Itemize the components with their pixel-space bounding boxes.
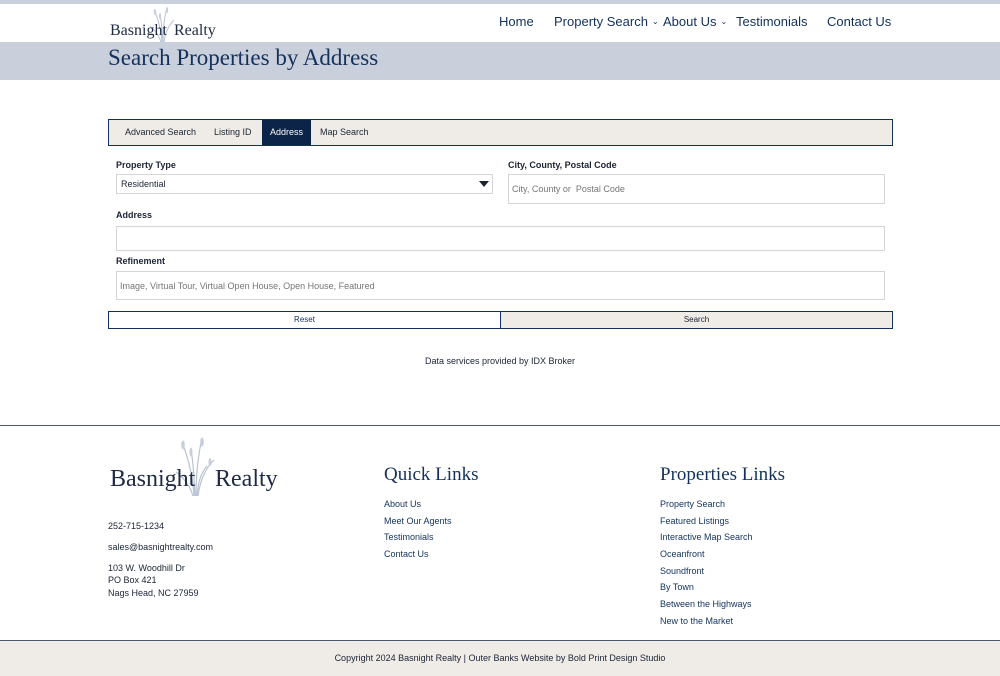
nav-home[interactable]: Home [499,14,534,29]
page-banner: Search Properties by Address [0,42,1000,80]
nav-home-label: Home [499,14,534,29]
nav-testimonials[interactable]: Testimonials [736,14,808,29]
tab-advanced-search[interactable]: Advanced Search [117,120,204,145]
footer-address-line2: PO Box 421 [108,575,157,585]
quick-links-heading: Quick Links [384,464,479,485]
logo-word-realty: Realty [174,22,216,39]
property-link-property-search[interactable]: Property Search [660,499,725,509]
idx-broker-note: Data services provided by IDX Broker [424,356,576,366]
footer-address-line1: 103 W. Woodhill Dr [108,563,185,573]
tab-listing-id[interactable]: Listing ID [206,120,260,145]
property-link-oceanfront[interactable]: Oceanfront [660,549,705,559]
nav-property-search[interactable]: Property Search ⌄ [554,14,659,29]
nav-about-us[interactable]: About Us ⌄ [663,14,727,29]
properties-links-heading: Properties Links [660,464,786,485]
chevron-down-icon: ⌄ [720,17,728,26]
city-county-postal-input[interactable] [508,174,885,204]
city-label: City, County, Postal Code [508,160,617,170]
property-type-value: Residential [121,179,166,189]
nav-contact-us-label: Contact Us [827,14,892,29]
dropdown-arrow-icon [479,181,489,187]
footer-logo-word-realty: Realty [215,466,278,492]
nav-about-us-label: About Us [663,14,717,29]
quick-link-testimonials[interactable]: Testimonials [384,532,434,542]
quick-link-meet-our-agents[interactable]: Meet Our Agents [384,516,452,526]
property-type-select[interactable]: Residential [116,174,493,194]
tab-map-search[interactable]: Map Search [312,120,377,145]
footer-divider [0,425,1000,426]
site-header: Basnight Realty Home Property Search ⌄ Ab… [0,4,1000,42]
page-title: Search Properties by Address [108,45,379,70]
search-button[interactable]: Search [500,311,893,329]
property-type-label: Property Type [116,160,176,170]
nav-contact-us[interactable]: Contact Us [827,14,891,29]
footer-logo[interactable]: Basnight Realty [108,436,278,498]
nav-property-search-label: Property Search [554,14,648,29]
refinement-input[interactable] [116,271,885,300]
reset-button[interactable]: Reset [108,311,501,329]
footer-logo-word-basnight: Basnight [110,466,196,492]
quick-link-contact-us[interactable]: Contact Us [384,549,429,559]
nav-testimonials-label: Testimonials [736,14,808,29]
address-label: Address [116,210,153,220]
site-logo[interactable]: Basnight Realty [108,6,216,42]
property-link-by-town[interactable]: By Town [660,582,694,592]
tab-address[interactable]: Address [262,120,312,145]
property-link-soundfront[interactable]: Soundfront [660,566,704,576]
search-tabs: Advanced Search Listing ID Address Map S… [108,119,893,146]
footer-email[interactable]: sales@basnightrealty.com [108,542,213,552]
copyright-bar: Copyright 2024 Basnight Realty | Outer B… [0,640,1000,676]
copyright-text: Copyright 2024 Basnight Realty | Outer B… [334,653,666,663]
logo-word-basnight: Basnight [110,22,167,39]
footer-address-line3: Nags Head, NC 27959 [108,588,199,598]
property-link-featured-listings[interactable]: Featured Listings [660,516,729,526]
property-link-interactive-map-search[interactable]: Interactive Map Search [660,532,753,542]
refinement-label: Refinement [116,256,166,266]
address-input[interactable] [116,226,885,251]
quick-link-about-us[interactable]: About Us [384,499,421,509]
chevron-down-icon: ⌄ [651,17,659,26]
footer-phone[interactable]: 252-715-1234 [108,521,164,531]
property-link-between-the-highways[interactable]: Between the Highways [660,599,752,609]
property-link-new-to-the-market[interactable]: New to the Market [660,616,733,626]
